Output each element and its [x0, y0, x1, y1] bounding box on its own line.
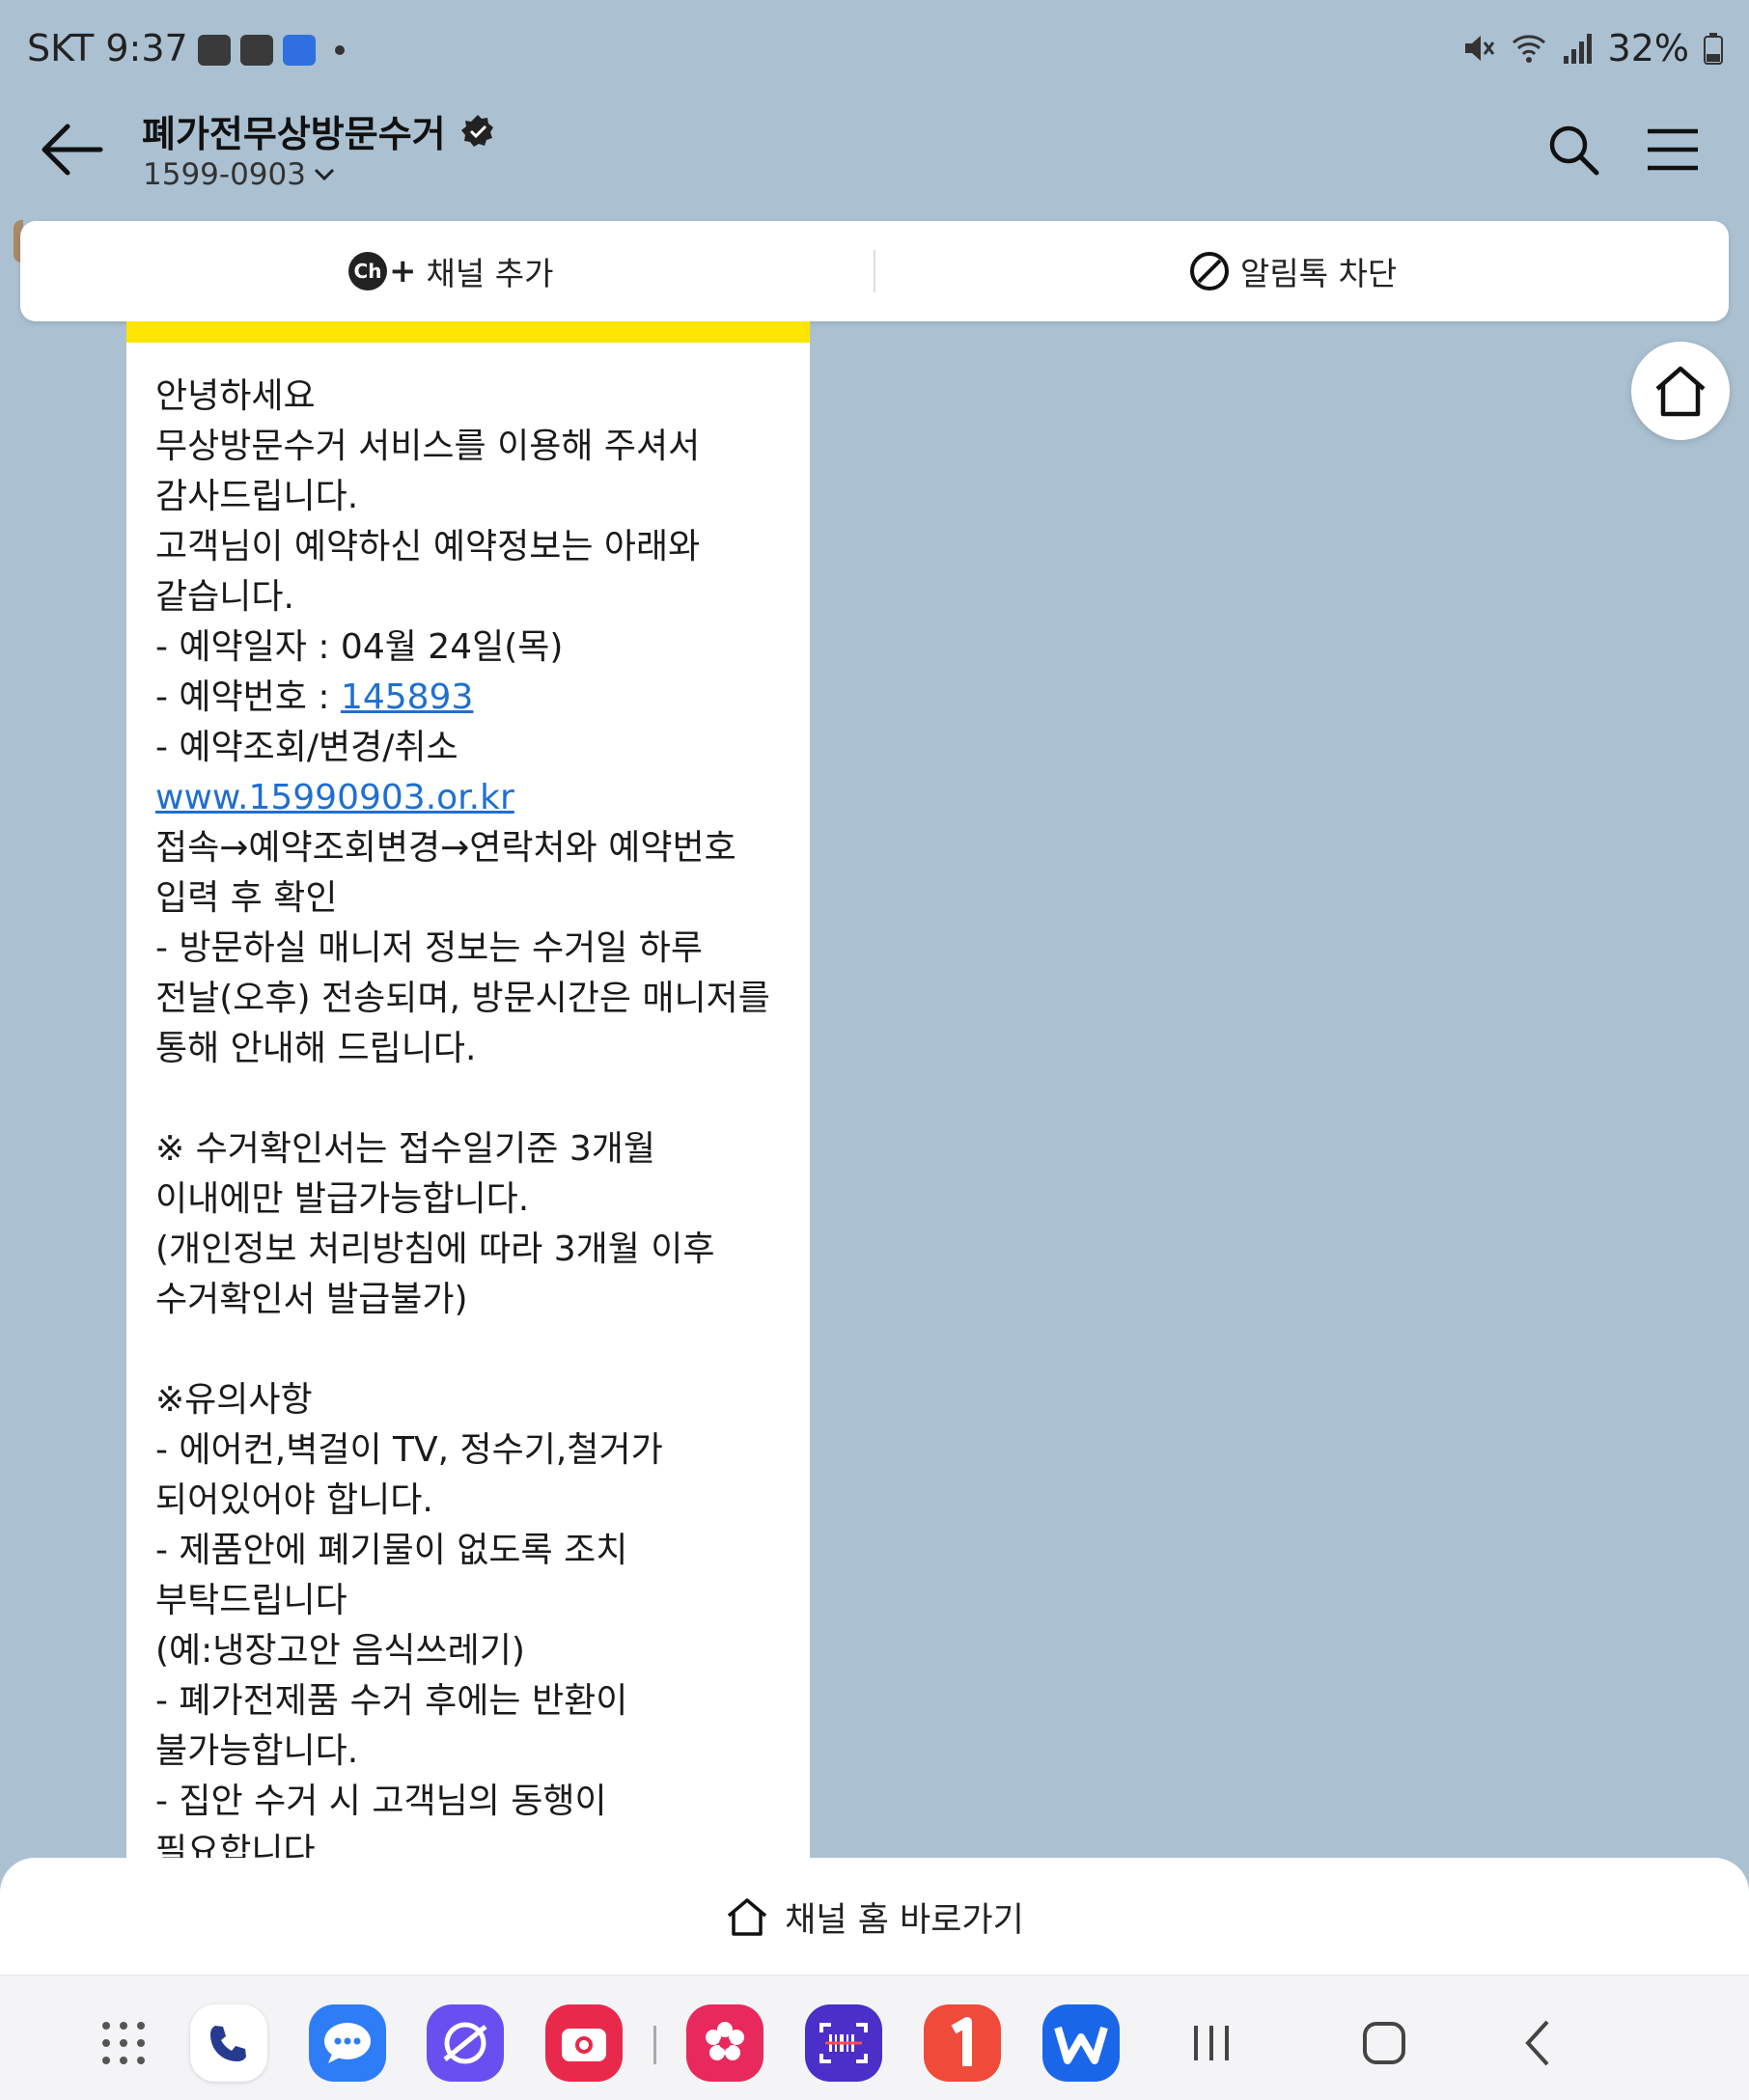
message-line: 무상방문수거 서비스를 이용해 주셔서 — [155, 427, 701, 466]
reservation-date: - 예약일자 : 04월 24일(목) — [155, 627, 564, 667]
add-channel-label: 채널 추가 — [426, 255, 554, 292]
app-drawer-icon[interactable] — [85, 2004, 162, 2082]
menu-icon[interactable] — [1646, 125, 1700, 174]
one-app-icon[interactable] — [924, 2004, 1001, 2082]
phone-app-icon[interactable] — [190, 2004, 267, 2082]
messages-app-icon[interactable] — [309, 2004, 386, 2082]
message-line: 불가능합니다. — [155, 1731, 359, 1771]
battery-icon — [1704, 33, 1723, 65]
search-icon[interactable] — [1544, 121, 1602, 179]
internet-app-icon[interactable] — [427, 2004, 504, 2082]
message-line: ※유의사항 — [155, 1380, 313, 1420]
channel-home-shortcut-label: 채널 홈 바로가기 — [785, 1900, 1024, 1940]
message-line: - 제품안에 폐기물이 없도록 조치 — [155, 1531, 628, 1570]
website-link[interactable]: www.15990903.or.kr — [155, 773, 781, 823]
channel-badge-icon: Ch — [348, 252, 387, 290]
calendar-icon — [240, 35, 273, 66]
message-line: 전날(오후) 전송되며, 방문시간은 매니저를 — [155, 979, 770, 1018]
chevron-down-icon — [314, 168, 335, 181]
home-icon — [1655, 366, 1706, 417]
plus-icon: + — [389, 252, 417, 290]
camera-app-icon[interactable] — [545, 2004, 623, 2082]
channel-phone[interactable]: 1599-0903 — [143, 157, 337, 192]
alimtalk-header-band — [126, 321, 810, 343]
message-line: 감사드립니다. — [155, 477, 359, 516]
battery-percent: 32% — [1607, 27, 1689, 69]
status-time: SKT 9:37 — [27, 27, 188, 69]
message-line: 같습니다. — [155, 577, 294, 617]
block-icon — [1190, 252, 1229, 290]
block-alimtalk-button[interactable]: 알림톡 차단 — [1188, 221, 1397, 321]
mute-icon — [1464, 36, 1494, 61]
message-line: - 폐가전제품 수거 후에는 반환이 — [155, 1681, 628, 1721]
scanner-app-icon[interactable] — [805, 2004, 882, 2082]
recents-button[interactable] — [1182, 2014, 1240, 2072]
gallery-icon — [198, 35, 231, 66]
phone-number: 1599-0903 — [143, 157, 306, 192]
reservation-number-link[interactable]: 145893 — [341, 677, 473, 717]
message-line: 이내에만 발급가능합니다. — [155, 1179, 530, 1219]
message-line: 접속→예약조회변경→연락처와 예약번호 — [155, 828, 736, 868]
message-line: 입력 후 확인 — [155, 878, 338, 918]
back-button[interactable] — [1511, 2014, 1569, 2072]
block-alimtalk-label: 알림톡 차단 — [1240, 255, 1398, 292]
dock-divider — [653, 2026, 656, 2064]
message-line: ※ 수거확인서는 접수일기준 3개월 — [155, 1129, 655, 1169]
message-line: - 에어컨,벽걸이 TV, 정수기,철거가 — [155, 1430, 663, 1470]
message-line: - 예약조회/변경/취소 — [155, 728, 458, 767]
channel-title: 폐가전무상방문수거 — [142, 104, 496, 157]
message-line: 부탁드립니다 — [155, 1581, 347, 1620]
message-line: - 방문하실 매니저 정보는 수거일 하루 — [155, 928, 704, 968]
channel-home-float-button[interactable] — [1631, 342, 1730, 440]
channel-action-bar: Ch + 채널 추가 알림톡 차단 — [20, 221, 1729, 321]
verified-badge-icon — [460, 114, 493, 147]
message-line: - 집안 수거 시 고객님의 동행이 — [155, 1782, 607, 1821]
message-line: (개인정보 처리방침에 따라 3개월 이후 — [155, 1230, 715, 1269]
flower-app-icon[interactable] — [686, 2004, 763, 2082]
message-line: 통해 안내해 드립니다. — [155, 1029, 477, 1068]
message-text: 안녕하세요 무상방문수거 서비스를 이용해 주셔서 감사드립니다. 고객님이 예… — [126, 343, 810, 1865]
w-app-icon[interactable] — [1042, 2004, 1120, 2082]
message-line: 안녕하세요 — [155, 376, 316, 416]
wifi-icon — [1512, 35, 1545, 63]
back-arrow-icon[interactable] — [39, 121, 106, 179]
more-notifications-dot — [335, 45, 345, 55]
home-icon — [728, 1898, 767, 1936]
message-line: 되어있어야 합니다. — [155, 1480, 433, 1520]
message-line: 수거확인서 발급불가) — [155, 1280, 468, 1319]
signal-icon — [1563, 34, 1592, 64]
home-button[interactable] — [1355, 2014, 1413, 2072]
notification-icons — [198, 35, 345, 66]
status-bar: SKT 9:37 32% — [0, 0, 1749, 97]
message-bubble: 안녕하세요 무상방문수거 서비스를 이용해 주셔서 감사드립니다. 고객님이 예… — [126, 321, 810, 1865]
reservation-number-row: - 예약번호 : 145893 — [155, 677, 474, 717]
navigation-bar — [0, 1976, 1749, 2100]
add-channel-button[interactable]: Ch + 채널 추가 — [348, 221, 553, 321]
message-line: 고객님이 예약하신 예약정보는 아래와 — [155, 527, 701, 566]
status-right: 32% — [1461, 27, 1724, 69]
channel-name: 폐가전무상방문수거 — [142, 113, 446, 155]
tmap-icon — [283, 35, 316, 66]
message-line: (예:냉장고안 음식쓰레기) — [155, 1631, 525, 1671]
channel-home-shortcut-button[interactable]: 채널 홈 바로가기 — [0, 1858, 1749, 1976]
divider — [874, 250, 875, 292]
